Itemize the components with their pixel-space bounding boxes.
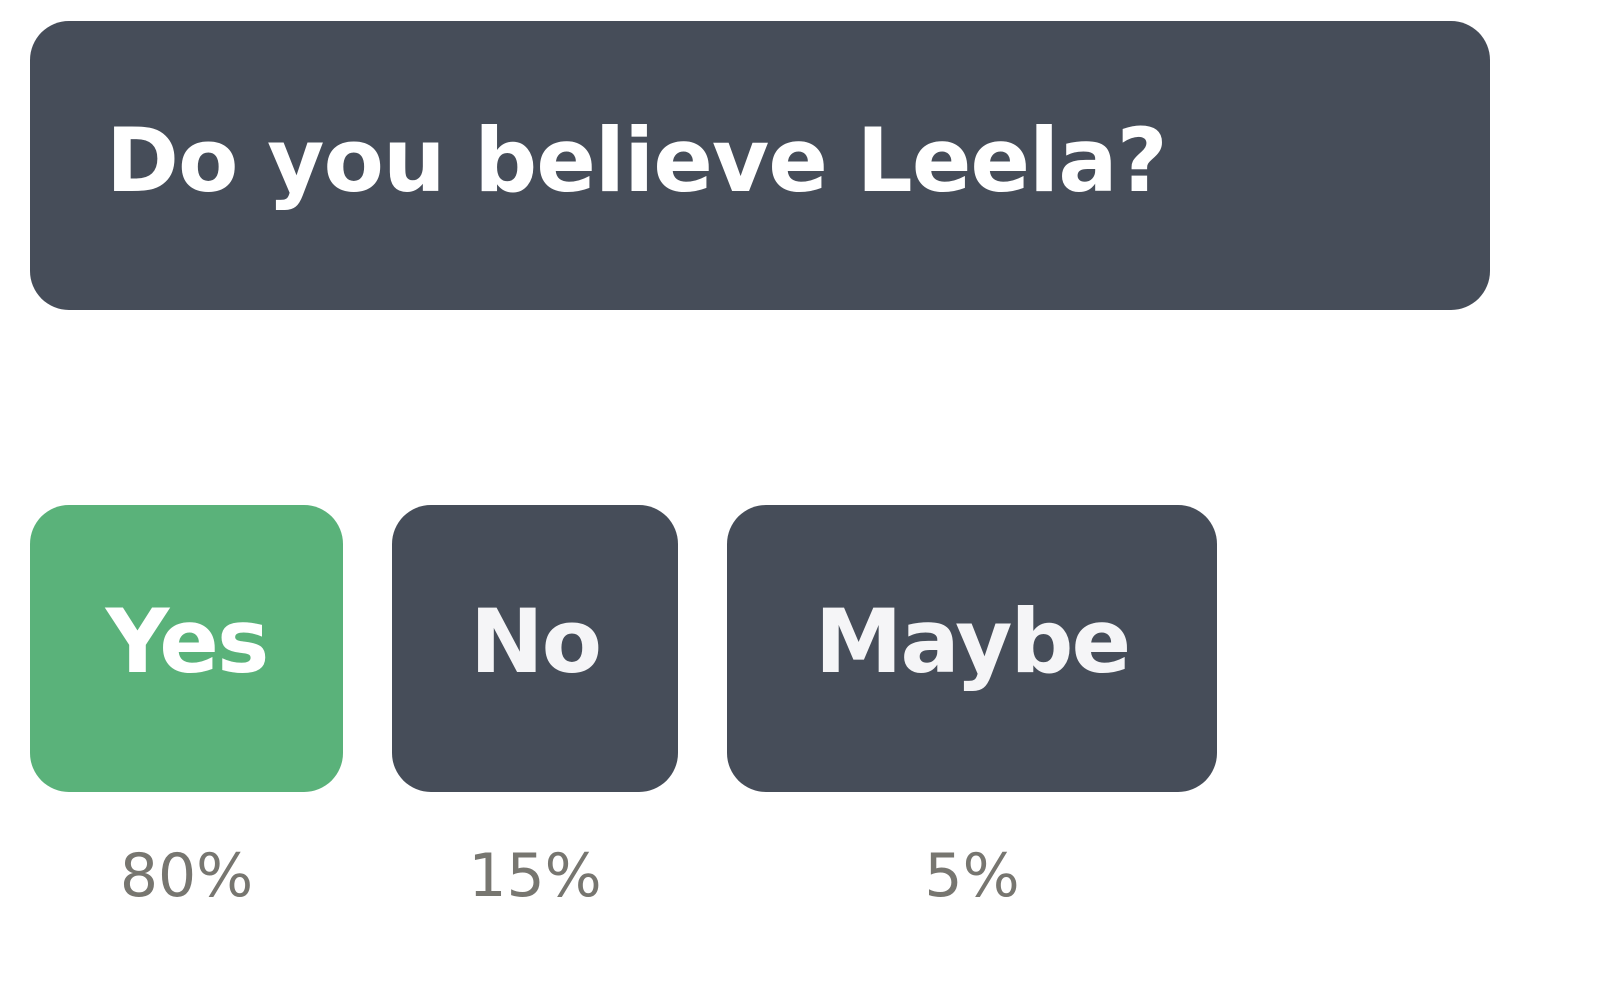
poll-option-yes-label: Yes [105,590,270,693]
poll-question-text: Do you believe Leela? [106,109,1168,212]
poll-option-no-label: No [469,590,602,693]
poll-question-panel: Do you believe Leela? [30,21,1490,310]
poll-option-yes-button[interactable]: Yes [30,505,343,792]
poll-option-maybe-label: Maybe [814,590,1131,693]
poll-option-maybe-button[interactable]: Maybe [727,505,1217,792]
poll-option-yes-percent: 80% [119,841,254,911]
poll-option-no-button[interactable]: No [392,505,678,792]
poll-option-no-percent: 15% [468,841,602,911]
poll-option-maybe-percent: 5% [924,841,1020,911]
